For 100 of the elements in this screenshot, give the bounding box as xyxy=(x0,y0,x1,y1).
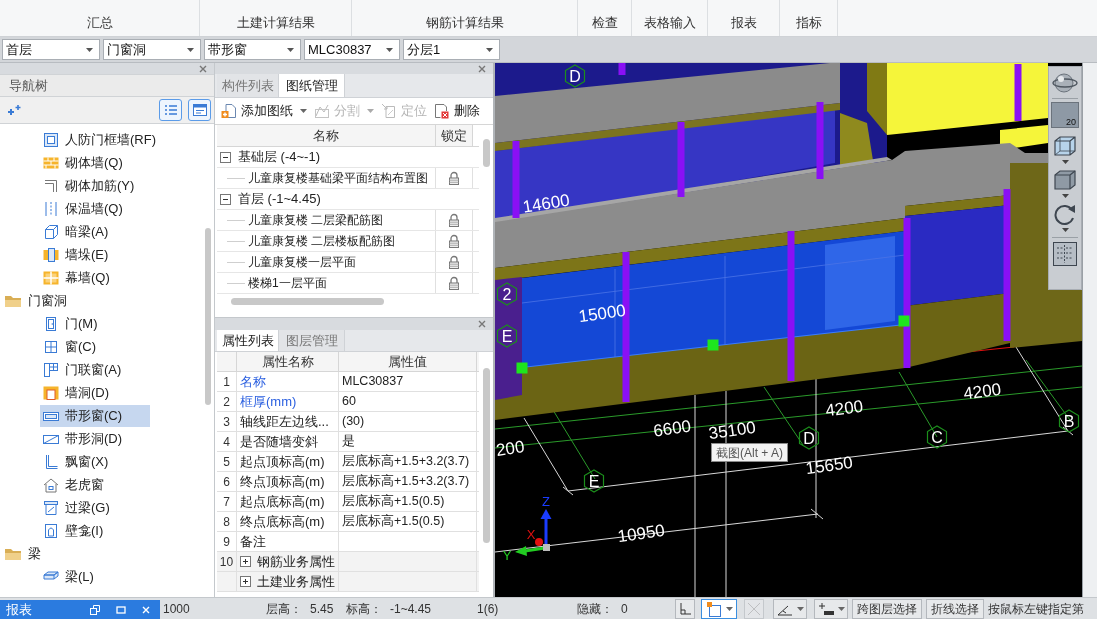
lock-icon[interactable] xyxy=(448,213,460,227)
list-view-button[interactable] xyxy=(159,99,182,121)
lock-icon[interactable] xyxy=(448,171,460,185)
tree-item[interactable]: 飘窗(X) xyxy=(40,450,150,473)
collapse-icon[interactable] xyxy=(220,193,231,205)
toolbar-button[interactable]: 删除 xyxy=(434,100,480,122)
dimension-label: 14600 xyxy=(521,190,571,217)
tree-item[interactable]: 保温墙(Q) xyxy=(40,197,150,220)
text-button[interactable]: 跨图层选择 xyxy=(852,598,922,619)
dropdown[interactable]: 分层1 xyxy=(403,39,500,60)
row-number: 7 xyxy=(217,492,237,511)
rotate-icon[interactable] xyxy=(1052,202,1078,226)
property-value[interactable]: 层底标高+1.5(0.5) xyxy=(339,492,477,511)
tree-item[interactable]: 过梁(G) xyxy=(40,496,150,519)
tab[interactable]: 属性列表 xyxy=(217,330,279,351)
model-viewport[interactable]: 14600 15000 200 6600 35100 4200 4200 15650 10950 D 2 E E D C B Z X Y 截图(Alt + A) 20 xyxy=(495,63,1082,597)
status-label: 层高： xyxy=(266,600,302,618)
ribbon-group-label[interactable]: 汇总 xyxy=(86,12,113,32)
dropdown[interactable]: 首层 xyxy=(2,39,100,60)
wireframe-cube-icon[interactable] xyxy=(1052,134,1078,158)
tree-item[interactable]: 幕墙(Q) xyxy=(40,266,150,289)
pillar-icon xyxy=(43,246,59,263)
drawing-name[interactable]: 儿童康复楼基础梁平面结构布置图 xyxy=(248,169,428,187)
collapse-icon[interactable] xyxy=(220,151,231,163)
tree-item[interactable]: 墙洞(D) xyxy=(40,381,150,404)
ribbon-group-label[interactable]: 钢筋计算结果 xyxy=(425,12,504,32)
lintel-icon xyxy=(43,499,59,516)
tree-group[interactable]: 门窗洞 xyxy=(4,289,70,312)
tree-item[interactable]: 砌体墙(Q) xyxy=(40,151,150,174)
drawing-name[interactable]: 儿童康复楼一层平面 xyxy=(248,253,356,271)
tab[interactable]: 构件列表 xyxy=(217,74,279,97)
tree-item[interactable]: 门(M) xyxy=(40,312,150,335)
property-value[interactable]: 层底标高+1.5(0.5) xyxy=(339,512,477,531)
grip-square-icon[interactable] xyxy=(707,339,719,351)
scrollbar-thumb[interactable] xyxy=(205,228,211,405)
close-icon[interactable] xyxy=(199,64,207,73)
tab[interactable]: 图层管理 xyxy=(279,330,345,351)
cube-icon[interactable] xyxy=(1052,168,1078,192)
property-value[interactable]: 60 xyxy=(339,392,477,411)
grip-square-icon[interactable] xyxy=(898,315,910,327)
ribbon-group-label[interactable]: 土建计算结果 xyxy=(236,12,315,32)
plus-signs-icon[interactable] xyxy=(7,104,23,116)
tree-item[interactable]: 暗梁(A) xyxy=(40,220,150,243)
tree-item[interactable]: 窗(C) xyxy=(40,335,150,358)
property-value[interactable]: 是 xyxy=(339,432,477,451)
scrollbar-thumb[interactable] xyxy=(231,297,384,305)
lock-icon[interactable] xyxy=(448,255,460,269)
scrollbar-thumb[interactable] xyxy=(482,139,490,167)
tree-item[interactable]: 人防门框墙(RF) xyxy=(40,128,160,151)
ribbon-group-label[interactable]: 表格输入 xyxy=(643,12,696,32)
scrollbar-thumb[interactable] xyxy=(482,368,490,543)
lock-icon[interactable] xyxy=(448,234,460,248)
dropdown[interactable]: 带形窗 xyxy=(204,39,301,60)
tree-group[interactable]: 梁 xyxy=(4,542,44,565)
corner-lines-icon xyxy=(43,177,59,194)
globe-icon[interactable] xyxy=(1052,71,1078,95)
dropdown[interactable]: 门窗洞 xyxy=(103,39,201,60)
property-name: 框厚(mm) xyxy=(237,392,339,411)
tool-button[interactable] xyxy=(773,598,807,619)
property-value[interactable]: 层底标高+1.5+3.2(3.7) xyxy=(339,472,477,491)
text-button[interactable]: 折线选择 xyxy=(926,598,984,619)
property-name: 起点底标高(m) xyxy=(237,492,339,511)
property-value[interactable]: 层底标高+1.5+3.2(3.7) xyxy=(339,452,477,471)
toolbar-button[interactable]: 添加图纸 xyxy=(221,100,307,122)
property-value[interactable]: MLC30837 xyxy=(339,372,477,391)
tree-item[interactable]: 砌体加筋(Y) xyxy=(40,174,150,197)
drawing-name[interactable]: 楼梯1一层平面 xyxy=(248,274,327,292)
property-value[interactable]: (30) xyxy=(339,412,477,431)
restore-icon[interactable] xyxy=(90,604,100,615)
expand-icon[interactable] xyxy=(240,576,251,587)
view-2d-button[interactable]: 20 xyxy=(1051,102,1079,128)
row-number: 5 xyxy=(217,452,237,471)
cross-icon xyxy=(747,601,761,616)
drawing-name[interactable]: 儿童康复楼 二层楼板配筋图 xyxy=(248,232,396,250)
grip-square-icon[interactable] xyxy=(516,362,528,374)
dropdown[interactable]: MLC30837 xyxy=(304,39,400,60)
tree-item[interactable]: 带形窗(C) xyxy=(40,404,150,427)
window-view-button[interactable] xyxy=(188,99,211,121)
grid-icon[interactable] xyxy=(1052,241,1078,267)
ribbon-group-label[interactable]: 指标 xyxy=(795,12,822,32)
axis-bubble: E xyxy=(583,469,605,493)
group-row[interactable]: 10 钢筋业务属性 xyxy=(217,552,479,572)
tree-item[interactable]: 壁龛(I) xyxy=(40,519,150,542)
caret-icon xyxy=(300,109,307,113)
tree-item[interactable]: 门联窗(A) xyxy=(40,358,150,381)
tree-item[interactable]: 带形洞(D) xyxy=(40,427,150,450)
tree-item[interactable]: 老虎窗 xyxy=(40,473,150,496)
tool-button[interactable] xyxy=(814,598,848,619)
group-row[interactable]: 土建业务属性 xyxy=(217,572,479,592)
tree-item[interactable]: 墙垛(E) xyxy=(40,243,150,266)
maximize-icon[interactable] xyxy=(116,604,126,615)
drawing-name[interactable]: 儿童康复楼 二层梁配筋图 xyxy=(248,211,384,229)
close-icon[interactable] xyxy=(478,320,486,328)
tree-item[interactable]: 梁(L) xyxy=(40,565,150,588)
close-icon[interactable] xyxy=(478,64,486,73)
ribbon-group-label[interactable]: 检查 xyxy=(591,12,618,32)
lock-icon[interactable] xyxy=(448,276,460,290)
expand-icon[interactable] xyxy=(240,556,251,567)
ribbon-group-label[interactable]: 报表 xyxy=(730,12,757,32)
tab[interactable]: 图纸管理 xyxy=(279,74,345,97)
